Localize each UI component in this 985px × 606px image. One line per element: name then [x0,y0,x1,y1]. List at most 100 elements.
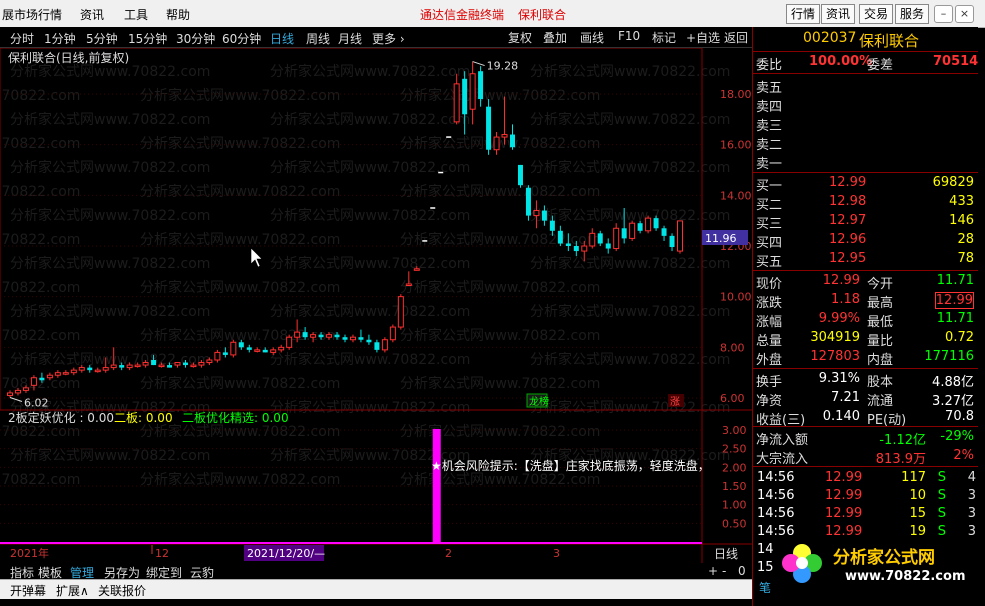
draw-line-button[interactable]: 画线 [580,29,604,46]
sell-level-row[interactable]: 卖五 [753,76,978,96]
watermark-text: 分析家公式网www.70822.com [0,231,80,248]
fuquan-button[interactable]: 复权 [508,29,532,46]
kline-chart-area[interactable]: 分析家公式网www.70822.com 分析家公式网www.70822.com 分析… [0,47,752,563]
period-toolbar: 分时 1分钟 5分钟 15分钟 30分钟 60分钟 日线 周线 月线 更多 › … [0,27,752,48]
period-daily[interactable]: 日线 [270,30,294,47]
buy-level-volume: 146 [949,213,974,228]
buy-level-row[interactable]: 买二 12.98 433 [753,193,978,213]
period-more[interactable]: 更多 › [372,30,405,47]
fundamental-value: 3.27亿 [932,394,974,409]
tick-count: 3 [967,506,976,521]
stat-label: 涨跌 [756,296,783,311]
menu-help[interactable]: 帮助 [166,6,190,23]
service-button[interactable]: 服务 [895,4,930,24]
stat-row: 涨跌 1.18 最高 12.99 [753,291,978,311]
period-5min[interactable]: 5分钟 [86,30,118,47]
overlay-button[interactable]: 叠加 [543,29,567,46]
menu-market[interactable]: 展市场行情 [2,6,62,23]
fundamental-value: 7.21 [831,390,860,405]
candle-body [198,362,205,366]
toggle-danmu-button[interactable]: 开弹幕 [10,582,46,599]
menu-tools[interactable]: 工具 [124,6,148,23]
page-minus[interactable]: - [722,564,726,578]
watermark-text: 分析家公式网www.70822.com [530,303,730,320]
indicator-tick-label: 3.00 [722,424,747,437]
bottom-tabs: 指标 模板 管理 另存为 绑定到 云豹 + - 0 [0,563,752,580]
page-zero[interactable]: 0 [738,564,746,578]
trade-button[interactable]: 交易 [859,4,894,24]
close-icon[interactable]: × [955,5,974,23]
sell-level-row[interactable]: 卖一 [753,152,978,172]
timeline-cursor-date: 2021/12/20/— [247,547,325,560]
candle-body [22,387,29,391]
candle [525,185,531,221]
watermark-text: 分析家公式网www.70822.com [140,279,340,296]
price-tick-label: 14.00 [720,189,752,202]
candle [557,225,563,246]
period-60min[interactable]: 60分钟 [222,30,261,47]
expand-button[interactable]: 扩展∧ [56,582,89,599]
sell-level-label: 卖五 [756,81,783,96]
period-monthly[interactable]: 月线 [338,30,362,47]
minimize-icon[interactable]: – [934,5,953,23]
candle-body [206,359,213,364]
watermark-text: 分析家公式网www.70822.com [400,375,600,392]
site-logo: 分析家公式网 www.70822.com [779,537,978,593]
candle-body [629,222,636,239]
buy-level-row[interactable]: 买五 12.95 78 [753,250,978,270]
watermark-text: 分析家公式网www.70822.com [530,63,730,80]
tick-row: 14:56 12.99 10 S 3 [753,487,978,506]
f10-button[interactable]: F10 [618,29,640,43]
mark-button[interactable]: 标记 [652,29,676,46]
news-button[interactable]: 资讯 [821,4,856,24]
period-15min[interactable]: 15分钟 [128,30,167,47]
capital-flow-row: 大宗流入 813.9万 2% [753,447,978,467]
back-button[interactable]: 返回 [724,29,748,46]
buy-level-label: 买三 [756,217,783,232]
add-watchlist-button[interactable]: +自选 [686,29,720,46]
candle-body [501,134,508,138]
sell-level-row[interactable]: 卖二 [753,133,978,153]
sell-level-label: 卖四 [756,100,783,115]
indicator-spike-bar [432,429,441,543]
period-30min[interactable]: 30分钟 [176,30,215,47]
candle-body [565,243,571,246]
candle-body [310,334,317,338]
page-plus[interactable]: + [708,564,718,578]
stat-row: 总量 304919 量比 0.72 [753,329,978,349]
high-price-label: 19.28 [487,60,518,73]
related-quote-button[interactable]: 关联报价 [98,582,146,599]
menu-news[interactable]: 资讯 [80,6,104,23]
candle [381,337,388,353]
quote-button[interactable]: 行情 [786,4,821,24]
tick-tab-label[interactable]: 笔 [759,579,771,596]
fundamental-label: 流通 [867,394,894,409]
period-weekly[interactable]: 周线 [306,30,330,47]
mouse-cursor-icon [250,247,263,268]
sell-level-row[interactable]: 卖三 [753,114,978,134]
candle [486,99,492,155]
period-1min[interactable]: 1分钟 [44,30,76,47]
capital-flow-amount: -1.12亿 [879,433,926,448]
buy-level-row[interactable]: 买三 12.97 146 [753,212,978,232]
price-tick-label: 16.00 [720,139,752,152]
candle-body [110,364,117,369]
stat-label: 内盘 [867,353,894,368]
watermark-text: 分析家公式网www.70822.com [270,351,470,368]
candle-body [214,351,221,361]
kline-chart[interactable]: 分析家公式网www.70822.com 分析家公式网www.70822.com 分析… [0,47,752,563]
sell-level-row[interactable]: 卖四 [753,95,978,115]
tick-time: 14:56 [757,488,795,503]
candle-body [621,228,627,239]
candle [510,124,515,150]
candle-body [174,362,181,366]
period-fenshi[interactable]: 分时 [10,30,34,47]
indicator-tick-label: 2.00 [722,461,747,474]
candle [342,334,348,343]
stat-label: 最低 [867,315,894,330]
tick-time: 14:56 [757,506,795,521]
watermark-text: 分析家公式网www.70822.com [270,159,470,176]
buy-level-row[interactable]: 买一 12.99 69829 [753,174,978,194]
buy-level-row[interactable]: 买四 12.96 28 [753,231,978,251]
stat-value: 12.99 [934,292,974,309]
